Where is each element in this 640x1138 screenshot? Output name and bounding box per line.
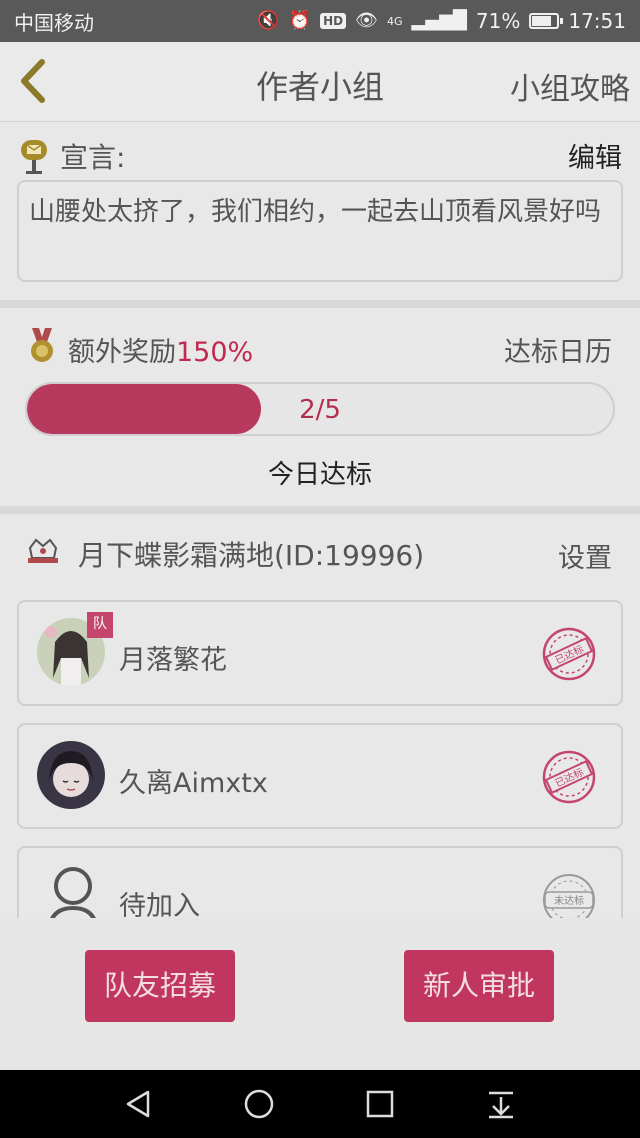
- member-name: 待加入: [119, 891, 200, 918]
- app-header: 作者小组 小组攻略: [0, 42, 640, 122]
- reward-label: 额外奖励150%: [68, 337, 254, 368]
- member-name: 久离Aimxtx: [119, 768, 268, 799]
- network-type: 4G: [387, 14, 403, 28]
- battery-icon: [529, 13, 564, 29]
- team-name: 月下蝶影霜满地(ID:19996): [78, 539, 425, 572]
- member-item[interactable]: 队 月落繁花 已达标: [17, 600, 623, 706]
- team-settings-link[interactable]: 设置: [558, 536, 612, 575]
- mute-icon: 🔇: [257, 10, 280, 31]
- stamp-text: 未达标: [554, 895, 584, 907]
- achieved-stamp-icon: 已达标: [542, 750, 596, 804]
- reward-percent: 150%: [176, 337, 254, 368]
- battery-percent: 71%: [475, 9, 521, 33]
- member-item[interactable]: 久离Aimxtx 已达标: [17, 723, 623, 829]
- section-divider: [0, 506, 640, 514]
- team-section: 月下蝶影霜满地(ID:19996) 设置 队 月落繁花 已达标 久离Aimxtx…: [0, 514, 640, 918]
- declaration-section: 宣言: 编辑 山腰处太挤了，我们相约，一起去山顶看风景好吗: [0, 122, 640, 300]
- section-divider: [0, 300, 640, 308]
- carrier-name: 中国移动: [14, 10, 94, 35]
- recents-square-icon[interactable]: [364, 1088, 396, 1120]
- approve-button[interactable]: 新人审批: [404, 950, 554, 1022]
- signal-icon: ▂▄▆█: [411, 10, 467, 31]
- mailbox-icon: [21, 140, 47, 174]
- progress-bar: 2/5: [25, 382, 615, 436]
- action-bar: 队友招募 新人审批: [0, 918, 640, 1070]
- not-achieved-stamp-icon: 未达标: [543, 874, 595, 918]
- eye-icon: 👁: [355, 10, 378, 31]
- notification-pull-icon[interactable]: [485, 1088, 517, 1120]
- back-triangle-icon[interactable]: [122, 1088, 154, 1120]
- home-circle-icon[interactable]: [243, 1088, 275, 1120]
- avatar: [37, 741, 105, 809]
- hd-icon: HD: [320, 13, 347, 29]
- system-nav-bar: [0, 1070, 640, 1138]
- user-placeholder-icon: [50, 867, 96, 918]
- edit-button[interactable]: 编辑: [568, 136, 622, 175]
- medal-icon: [31, 328, 53, 362]
- calendar-link[interactable]: 达标日历: [504, 330, 612, 369]
- clock: 17:51: [568, 9, 626, 33]
- recruit-button[interactable]: 队友招募: [85, 950, 235, 1022]
- alarm-icon: ⏰: [288, 10, 312, 31]
- declaration-text: 山腰处太挤了，我们相约，一起去山顶看风景好吗: [17, 180, 623, 282]
- leader-badge: 队: [87, 612, 113, 638]
- group-guide-link[interactable]: 小组攻略: [510, 64, 630, 108]
- member-item[interactable]: 待加入 未达标: [17, 846, 623, 918]
- crown-icon: [28, 538, 58, 563]
- achieved-stamp-icon: 已达标: [542, 627, 596, 681]
- today-status: 今日达标: [267, 460, 372, 490]
- declaration-label: 宣言:: [60, 141, 126, 174]
- member-name: 月落繁花: [119, 645, 227, 676]
- reward-section: 额外奖励150% 达标日历 2/5 今日达标: [0, 308, 640, 514]
- status-bar: 中国移动 🔇 ⏰ HD 👁 4G ▂▄▆█ 71% 17:51: [0, 0, 640, 42]
- progress-text: 2/5: [299, 395, 341, 425]
